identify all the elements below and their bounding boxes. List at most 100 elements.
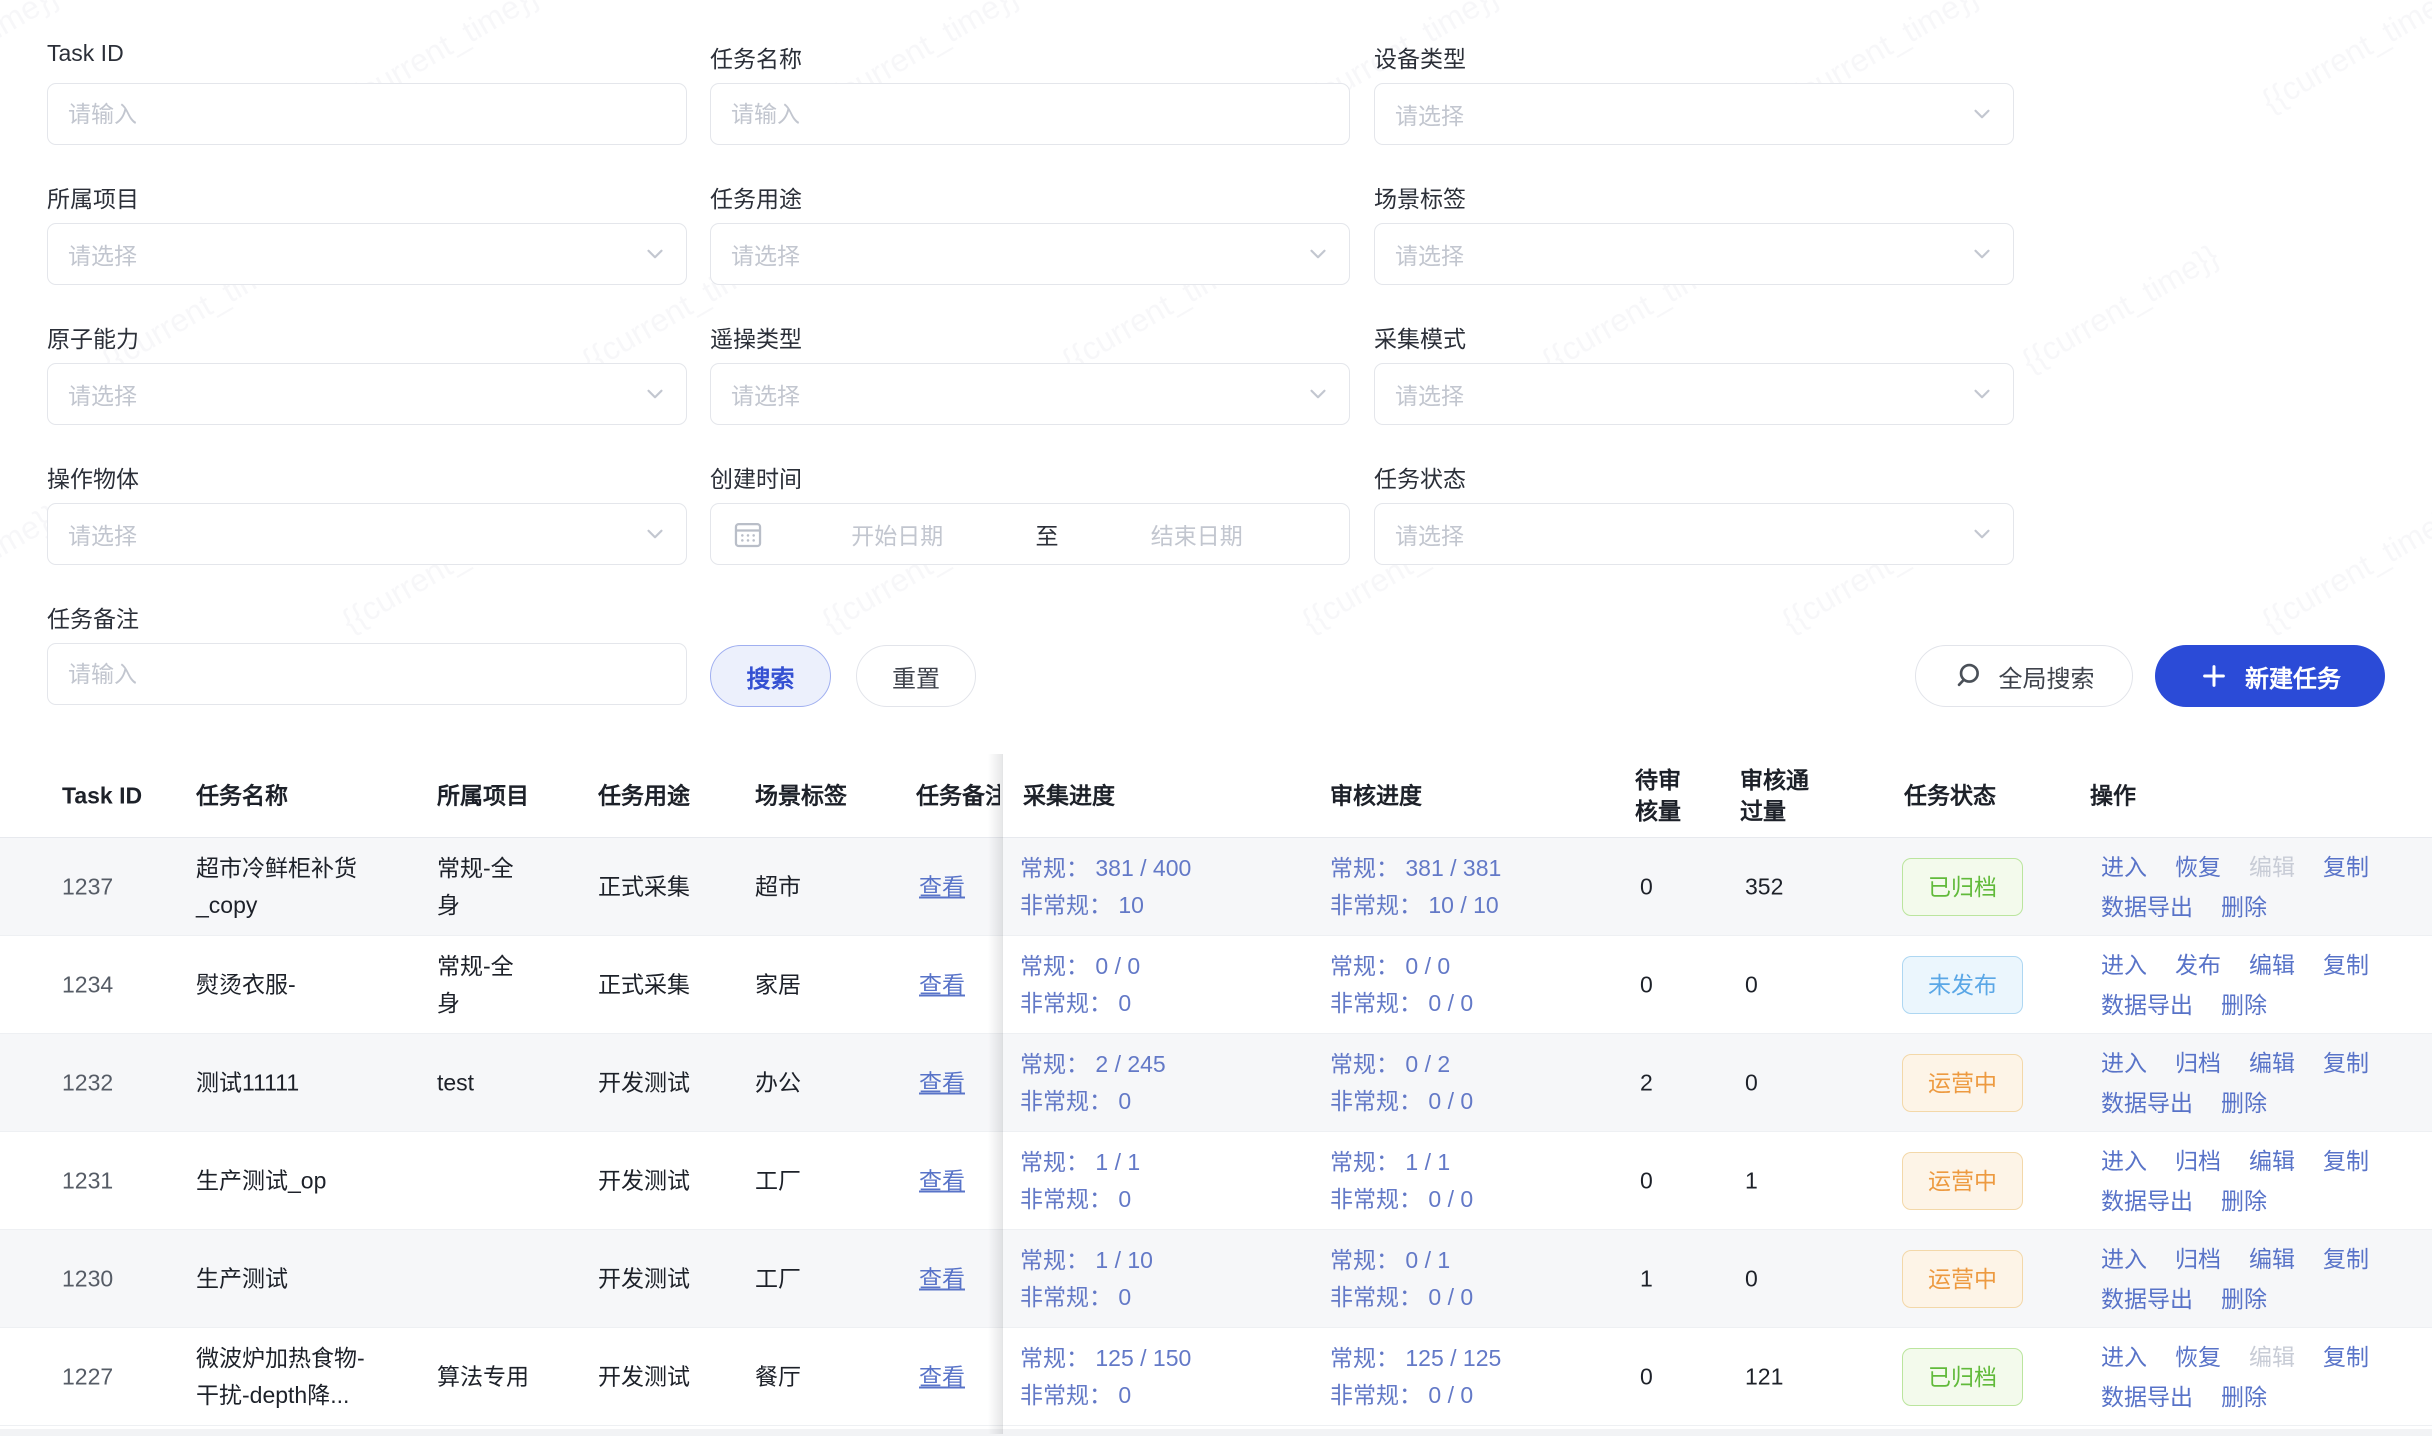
action-copy[interactable]: 复制 bbox=[2323, 1050, 2369, 1076]
action-export[interactable]: 数据导出 bbox=[2101, 1384, 2193, 1410]
col-header-remark: 任务备注 bbox=[916, 780, 1000, 811]
table-row: 1232 测试11111 test 开发测试 办公 查看 常规： 2 / 245… bbox=[0, 1034, 2432, 1132]
atomic-ability-select[interactable]: 请选择 bbox=[47, 363, 687, 425]
task-remark-input[interactable] bbox=[47, 643, 687, 705]
collect-mode-select[interactable]: 请选择 bbox=[1374, 363, 2014, 425]
col-header-task-id: Task ID bbox=[62, 780, 142, 811]
task-status-select[interactable]: 请选择 bbox=[1374, 503, 2014, 565]
cell-task-id: 1230 bbox=[62, 1260, 113, 1297]
action-delete[interactable]: 删除 bbox=[2221, 1188, 2267, 1214]
view-remark-link[interactable]: 查看 bbox=[919, 1265, 965, 1291]
filter-field-task-id: Task ID bbox=[47, 40, 687, 145]
action-edit[interactable]: 编辑 bbox=[2249, 854, 2295, 880]
select-placeholder: 请选择 bbox=[68, 517, 137, 551]
action-delete[interactable]: 删除 bbox=[2221, 894, 2267, 920]
filter-field-scene-tag: 场景标签 请选择 bbox=[1374, 180, 2014, 285]
chevron-down-icon bbox=[1969, 381, 1995, 407]
device-type-select[interactable]: 请选择 bbox=[1374, 83, 2014, 145]
action-enter[interactable]: 进入 bbox=[2101, 1246, 2147, 1272]
cell-review-progress: 常规： 0 / 2 非常规： 0 / 0 bbox=[1330, 1046, 1630, 1120]
cell-scene: 超市 bbox=[755, 868, 895, 905]
row-actions: 进入 归档 编辑 复制 数据导出 删除 bbox=[2101, 1148, 2413, 1214]
action-archive[interactable]: 归档 bbox=[2175, 1148, 2221, 1174]
action-export[interactable]: 数据导出 bbox=[2101, 1286, 2193, 1312]
action-publish[interactable]: 发布 bbox=[2175, 952, 2221, 978]
cell-review-progress: 常规： 125 / 125 非常规： 0 / 0 bbox=[1330, 1340, 1630, 1414]
action-edit[interactable]: 编辑 bbox=[2249, 1344, 2295, 1370]
action-enter[interactable]: 进入 bbox=[2101, 854, 2147, 880]
search-button[interactable]: 搜索 bbox=[710, 645, 831, 707]
field-label: 任务状态 bbox=[1374, 460, 2014, 489]
action-export[interactable]: 数据导出 bbox=[2101, 992, 2193, 1018]
view-remark-link[interactable]: 查看 bbox=[919, 1363, 965, 1389]
table-header: Task ID 任务名称 所属项目 任务用途 场景标签 任务备注 采集进度 审核… bbox=[0, 754, 2432, 838]
view-remark-link[interactable]: 查看 bbox=[919, 1069, 965, 1095]
teleop-type-select[interactable]: 请选择 bbox=[710, 363, 1350, 425]
action-edit[interactable]: 编辑 bbox=[2249, 1246, 2295, 1272]
cell-review-progress: 常规： 0 / 0 非常规： 0 / 0 bbox=[1330, 948, 1630, 1022]
action-copy[interactable]: 复制 bbox=[2323, 1246, 2369, 1272]
cell-task-name: 测试11111 bbox=[196, 1064, 408, 1101]
cell-collect-progress: 常规： 0 / 0 非常规： 0 bbox=[1020, 948, 1320, 1022]
global-search-label: 全局搜索 bbox=[1999, 659, 2095, 694]
cell-remark: 查看 bbox=[919, 1260, 965, 1297]
view-remark-link[interactable]: 查看 bbox=[919, 873, 965, 899]
action-edit[interactable]: 编辑 bbox=[2249, 952, 2295, 978]
table-row: 1227 微波炉加热食物- 干扰-depth降... 算法专用 开发测试 餐厅 … bbox=[0, 1328, 2432, 1426]
action-export[interactable]: 数据导出 bbox=[2101, 1090, 2193, 1116]
field-label: 任务用途 bbox=[710, 180, 1350, 209]
action-delete[interactable]: 删除 bbox=[2221, 1090, 2267, 1116]
status-badge: 已归档 bbox=[1902, 1348, 2023, 1406]
view-remark-link[interactable]: 查看 bbox=[919, 1167, 965, 1193]
cell-pending-count: 1 bbox=[1640, 1260, 1720, 1297]
cell-review-progress: 常规： 1 / 1 非常规： 0 / 0 bbox=[1330, 1144, 1630, 1218]
action-delete[interactable]: 删除 bbox=[2221, 992, 2267, 1018]
cell-approved-count: 0 bbox=[1745, 1064, 1865, 1101]
cell-task-id: 1231 bbox=[62, 1162, 113, 1199]
action-copy[interactable]: 复制 bbox=[2323, 952, 2369, 978]
field-label: 操作物体 bbox=[47, 460, 687, 489]
action-edit[interactable]: 编辑 bbox=[2249, 1050, 2295, 1076]
cell-remark: 查看 bbox=[919, 1358, 965, 1395]
cell-approved-count: 1 bbox=[1745, 1162, 1865, 1199]
filter-field-task-status: 任务状态 请选择 bbox=[1374, 460, 2014, 565]
date-range-input[interactable]: 开始日期 至 结束日期 bbox=[710, 503, 1350, 565]
action-archive[interactable]: 归档 bbox=[2175, 1050, 2221, 1076]
table-row: 1237 超市冷鲜柜补货 _copy 常规-全 身 正式采集 超市 查看 常规：… bbox=[0, 838, 2432, 936]
action-export[interactable]: 数据导出 bbox=[2101, 1188, 2193, 1214]
object-select[interactable]: 请选择 bbox=[47, 503, 687, 565]
purpose-select[interactable]: 请选择 bbox=[710, 223, 1350, 285]
action-export[interactable]: 数据导出 bbox=[2101, 894, 2193, 920]
action-copy[interactable]: 复制 bbox=[2323, 854, 2369, 880]
row-actions: 进入 恢复 编辑 复制 数据导出 删除 bbox=[2101, 854, 2413, 920]
cell-scene: 工厂 bbox=[755, 1162, 895, 1199]
end-date-placeholder: 结束日期 bbox=[1065, 517, 1330, 551]
action-restore[interactable]: 恢复 bbox=[2175, 1344, 2221, 1370]
action-enter[interactable]: 进入 bbox=[2101, 952, 2147, 978]
project-select[interactable]: 请选择 bbox=[47, 223, 687, 285]
task-id-input[interactable] bbox=[47, 83, 687, 145]
action-archive[interactable]: 归档 bbox=[2175, 1246, 2221, 1272]
task-name-input[interactable] bbox=[710, 83, 1350, 145]
action-delete[interactable]: 删除 bbox=[2221, 1286, 2267, 1312]
col-header-task-name: 任务名称 bbox=[196, 780, 288, 811]
scene-tag-select[interactable]: 请选择 bbox=[1374, 223, 2014, 285]
action-copy[interactable]: 复制 bbox=[2323, 1148, 2369, 1174]
view-remark-link[interactable]: 查看 bbox=[919, 971, 965, 997]
action-restore[interactable]: 恢复 bbox=[2175, 854, 2221, 880]
reset-button[interactable]: 重置 bbox=[856, 645, 976, 707]
field-label: 任务名称 bbox=[710, 40, 1350, 69]
reset-button-label: 重置 bbox=[892, 659, 940, 694]
action-copy[interactable]: 复制 bbox=[2323, 1344, 2369, 1370]
action-enter[interactable]: 进入 bbox=[2101, 1148, 2147, 1174]
global-search-button[interactable]: 全局搜索 bbox=[1915, 645, 2133, 707]
new-task-button[interactable]: 新建任务 bbox=[2155, 645, 2385, 707]
action-enter[interactable]: 进入 bbox=[2101, 1344, 2147, 1370]
action-delete[interactable]: 删除 bbox=[2221, 1384, 2267, 1410]
date-to-label: 至 bbox=[1036, 517, 1059, 551]
cell-approved-count: 352 bbox=[1745, 868, 1865, 905]
action-enter[interactable]: 进入 bbox=[2101, 1050, 2147, 1076]
chevron-down-icon bbox=[1969, 521, 1995, 547]
cell-pending-count: 0 bbox=[1640, 868, 1720, 905]
action-edit[interactable]: 编辑 bbox=[2249, 1148, 2295, 1174]
